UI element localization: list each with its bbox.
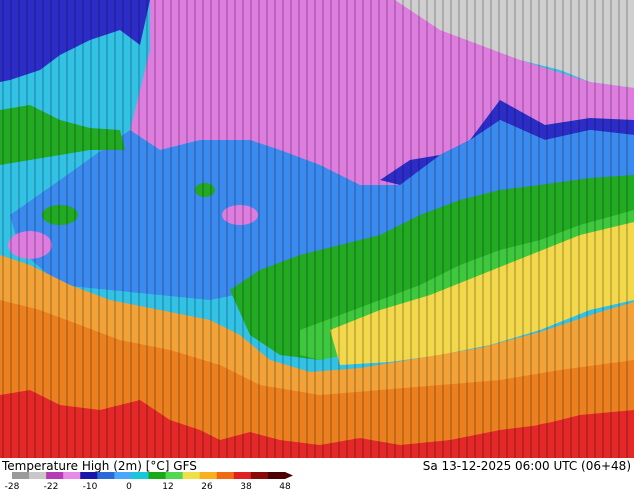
color-scale-tick-label: 0 <box>126 482 132 490</box>
color-scale-tick-label: -28 <box>5 482 20 490</box>
color-scale-swatch <box>63 472 81 479</box>
color-scale-legend: -28 -22 -10 0 12 26 38 48 <box>5 472 293 490</box>
color-scale-tick-label: 38 <box>240 482 252 490</box>
color-scale-swatch <box>114 472 132 479</box>
color-scale-tick-label: -10 <box>83 482 98 490</box>
color-scale-swatch <box>165 472 184 479</box>
isolines <box>0 0 634 458</box>
color-scale-swatch <box>12 472 30 479</box>
color-scale-swatch <box>233 472 252 479</box>
temperature-map <box>0 0 634 458</box>
color-scale-swatch <box>29 472 47 479</box>
color-scale-tick-label: 26 <box>201 482 213 490</box>
color-scale-tick-label: -22 <box>44 482 59 490</box>
map-title: Temperature High (2m) [°C] GFS <box>2 459 197 473</box>
color-scale-swatch <box>97 472 115 479</box>
color-scale-swatch <box>182 472 201 479</box>
color-scale-swatch <box>216 472 235 479</box>
color-scale-ticks: -28 -22 -10 0 12 26 38 48 <box>5 482 291 490</box>
color-scale-swatch <box>148 472 167 479</box>
color-scale-tick-label: 48 <box>279 482 291 490</box>
color-scale-swatch <box>267 472 286 479</box>
color-scale-bar <box>12 472 293 479</box>
color-scale-swatch <box>250 472 269 479</box>
color-scale-tick-label: 12 <box>162 482 173 490</box>
forecast-datetime: Sa 13-12-2025 06:00 UTC (06+48) <box>422 459 631 473</box>
color-scale-swatch <box>131 472 149 479</box>
color-scale-arrow <box>285 472 293 479</box>
color-scale-swatch <box>199 472 218 479</box>
color-scale-swatch <box>80 472 98 479</box>
color-scale-swatch <box>46 472 64 479</box>
